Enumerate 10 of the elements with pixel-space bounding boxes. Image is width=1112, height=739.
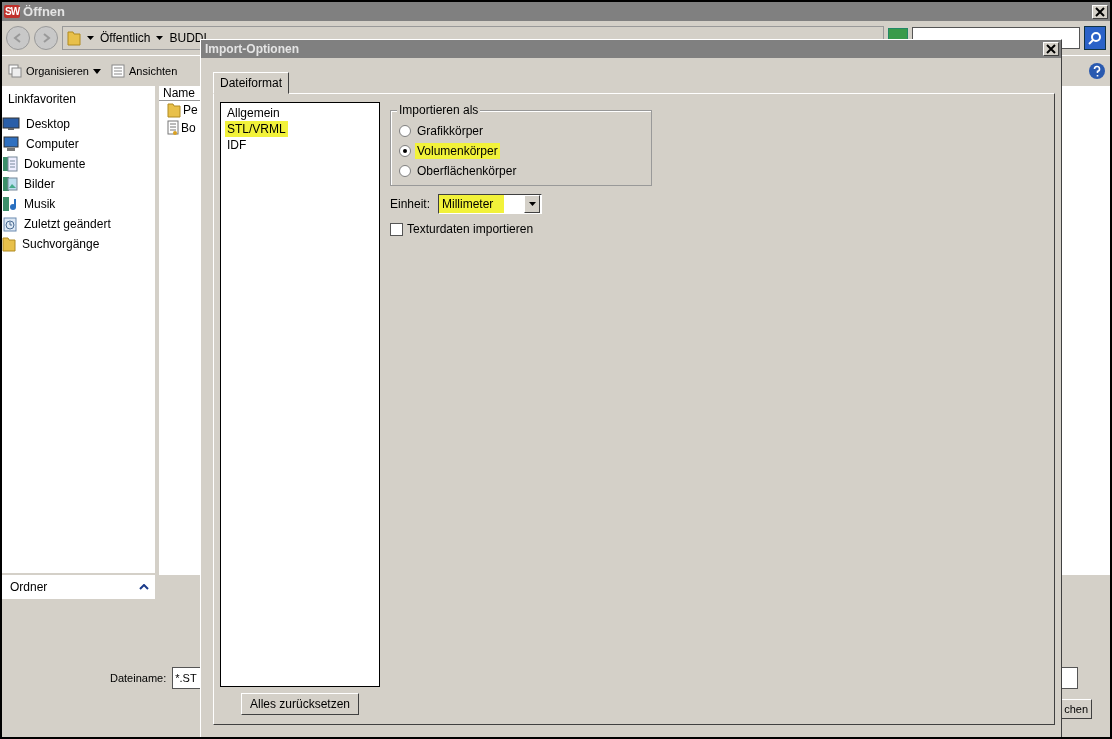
section-heading: Linkfavoriten <box>7 92 78 108</box>
field-label: Einheit: <box>390 197 431 211</box>
option-label: Volumenkörper <box>415 143 500 159</box>
checkbox-label: Texturdaten importieren <box>407 222 534 236</box>
window-title: Öffnen <box>23 4 66 19</box>
app-logo: SW <box>4 5 21 18</box>
option-label: Oberflächenkörper <box>416 163 518 179</box>
field-label: Dateiname: <box>110 672 167 684</box>
option-label: Grafikkörper <box>416 123 485 139</box>
group-title: Importieren als <box>397 103 481 117</box>
